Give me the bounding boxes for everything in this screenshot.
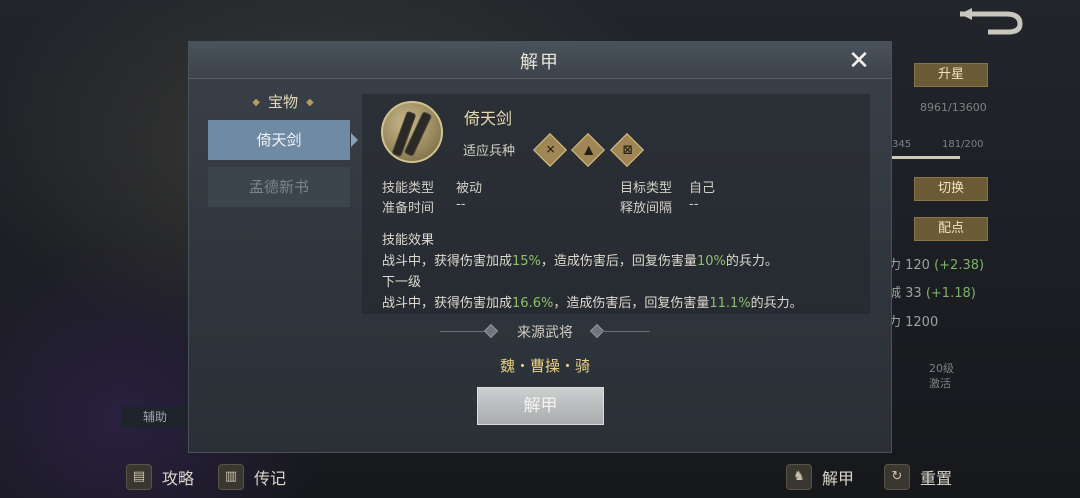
interval-label: 释放间隔 xyxy=(620,201,673,216)
strategy-button[interactable]: ▤ 攻略 xyxy=(126,462,194,492)
biography-button[interactable]: ▥ 传记 xyxy=(218,462,286,492)
unlock-level: 20级 xyxy=(929,362,954,375)
source-general-name: 魏・曹操・骑 xyxy=(499,357,590,375)
category-title: ◆ 宝物 ◆ xyxy=(252,93,314,111)
level-left: 345 xyxy=(892,139,912,150)
diamond-icon: ◆ xyxy=(252,97,260,108)
dialog-title: 解甲 xyxy=(520,52,560,73)
level-right: 181/200 xyxy=(942,139,984,150)
prep-time-value: -- xyxy=(456,197,466,212)
upgrade-star-button[interactable]: 升星 xyxy=(914,63,988,87)
stat-row: 力 120 (+2.38) xyxy=(888,258,985,273)
support-badge: 辅助 xyxy=(122,406,188,428)
effect-current: 战斗中，获得伤害加成15%，造成伤害后，回复伤害量10%的兵力。 xyxy=(382,254,778,269)
reset-button[interactable]: ↻ 重置 xyxy=(884,462,952,492)
unequip-button[interactable]: 解甲 xyxy=(477,387,604,425)
skill-type-value: 被动 xyxy=(456,181,483,196)
stat-row: 力 1200 xyxy=(888,315,939,330)
target-type-label: 目标类型 xyxy=(620,181,673,196)
prep-time-label: 准备时间 xyxy=(382,201,435,216)
tab-yitian-sword[interactable]: 倚天剑 xyxy=(208,120,358,160)
tab-mengde-book[interactable]: 孟德新书 xyxy=(208,167,350,207)
reset-swirl-icon: ↻ xyxy=(884,464,910,490)
unlock-label: 激活 xyxy=(929,377,951,390)
item-name: 倚天剑 xyxy=(464,109,513,128)
skill-type-label: 技能类型 xyxy=(382,181,435,196)
source-general-title: 来源武将 xyxy=(517,325,573,341)
exp-text: 8961/13600 xyxy=(920,101,987,114)
close-icon[interactable]: ✕ xyxy=(847,48,871,74)
effect-heading: 技能效果 xyxy=(382,233,435,248)
next-level-heading: 下一级 xyxy=(382,275,422,290)
strategy-book-icon: ▤ xyxy=(126,464,152,490)
adapt-troop-label: 适应兵种 xyxy=(463,144,516,159)
unequip-bottom-button[interactable]: ♞ 解甲 xyxy=(786,462,854,492)
interval-value: -- xyxy=(689,197,699,212)
effect-next: 战斗中，获得伤害加成16.6%，造成伤害后，回复伤害量11.1%的兵力。 xyxy=(382,296,803,311)
biography-book-icon: ▥ xyxy=(218,464,244,490)
stat-row: 城 33 (+1.18) xyxy=(888,286,976,301)
return-arrow-icon[interactable] xyxy=(958,8,1026,36)
switch-button[interactable]: 切换 xyxy=(914,177,988,201)
target-type-value: 自己 xyxy=(689,181,716,196)
allocate-points-button[interactable]: 配点 xyxy=(914,217,988,241)
twin-sword-icon xyxy=(381,101,443,163)
unequip-figure-icon: ♞ xyxy=(786,464,812,490)
diamond-icon: ◆ xyxy=(306,97,314,108)
level-progress-bar xyxy=(888,156,960,159)
